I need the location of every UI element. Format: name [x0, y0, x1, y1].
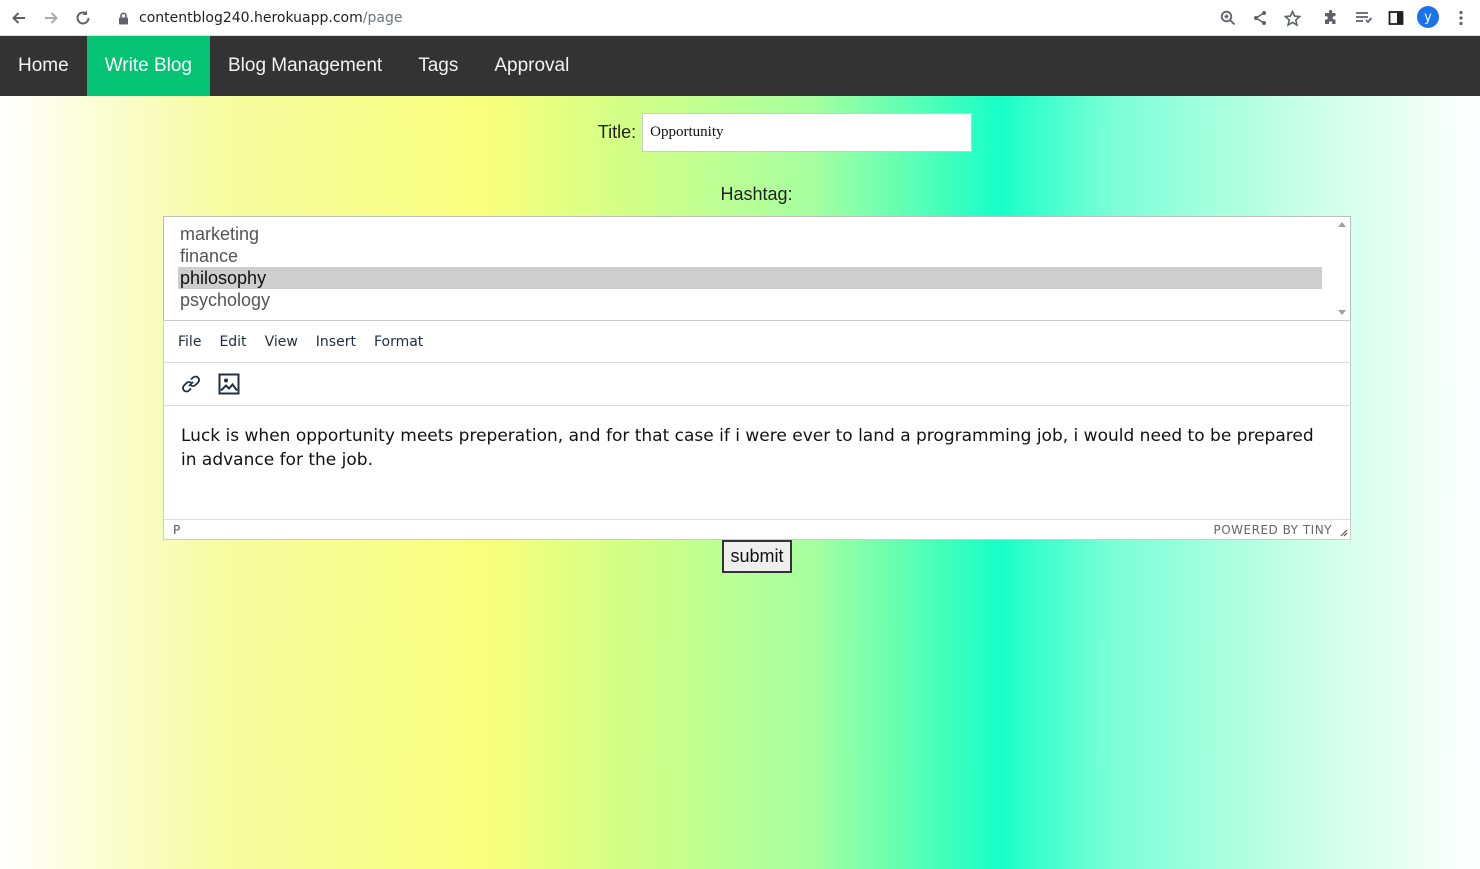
hashtag-option-psychology[interactable]: psychology — [178, 289, 1322, 311]
title-row: Title: — [0, 113, 1480, 152]
url-path: /page — [362, 10, 403, 26]
reading-list-icon[interactable] — [1351, 6, 1375, 30]
image-icon[interactable] — [212, 368, 246, 400]
hashtag-scrollbar[interactable] — [1336, 219, 1348, 317]
element-path[interactable]: P — [173, 523, 180, 537]
address-bar[interactable]: contentblog240.herokuapp.com/page — [104, 3, 1312, 33]
lock-icon — [118, 12, 129, 25]
nav-approval[interactable]: Approval — [476, 36, 587, 96]
hashtag-option-marketing[interactable]: marketing — [178, 223, 1322, 245]
title-input[interactable] — [642, 113, 973, 152]
star-icon[interactable] — [1280, 6, 1304, 30]
top-nav: Home Write Blog Blog Management Tags App… — [0, 36, 1480, 96]
resize-handle-icon[interactable] — [1338, 527, 1348, 537]
back-arrow-icon[interactable] — [7, 6, 31, 30]
editor-menubar: File Edit View Insert Format — [164, 321, 1350, 363]
menu-format[interactable]: Format — [365, 334, 432, 350]
menu-dots-icon[interactable] — [1449, 6, 1473, 30]
nav-blog-management[interactable]: Blog Management — [210, 36, 400, 96]
page-body: Home Write Blog Blog Management Tags App… — [0, 36, 1480, 869]
editor-statusbar: P POWERED BY TINY — [164, 519, 1350, 539]
extensions-icon[interactable] — [1319, 6, 1343, 30]
nav-home[interactable]: Home — [0, 36, 87, 96]
hashtag-label: Hashtag: — [720, 184, 793, 204]
forward-arrow-icon[interactable] — [39, 6, 63, 30]
link-icon[interactable] — [174, 368, 208, 400]
url-host: contentblog240.herokuapp.com — [139, 10, 363, 26]
zoom-icon[interactable] — [1216, 6, 1240, 30]
profile-avatar[interactable]: y — [1417, 6, 1439, 28]
menu-edit[interactable]: Edit — [210, 334, 255, 350]
submit-button[interactable]: submit — [722, 540, 792, 573]
hashtag-select[interactable]: marketing finance philosophy psychology — [163, 216, 1351, 321]
share-icon[interactable] — [1248, 6, 1272, 30]
side-panel-icon[interactable] — [1384, 6, 1408, 30]
nav-tags[interactable]: Tags — [400, 36, 476, 96]
menu-insert[interactable]: Insert — [307, 334, 365, 350]
nav-write-blog[interactable]: Write Blog — [86, 36, 210, 96]
browser-toolbar: contentblog240.herokuapp.com/page y — [0, 0, 1480, 36]
reload-icon[interactable] — [71, 6, 95, 30]
hashtag-option-finance[interactable]: finance — [178, 245, 1322, 267]
hashtag-option-philosophy[interactable]: philosophy — [178, 267, 1322, 289]
editor-toolbar — [164, 363, 1350, 406]
rich-text-editor: File Edit View Insert Format Luck is whe… — [163, 320, 1351, 540]
powered-by-link[interactable]: POWERED BY TINY — [1214, 523, 1333, 537]
title-label: Title: — [597, 122, 637, 142]
scroll-up-arrow-icon[interactable] — [1338, 222, 1346, 227]
menu-file[interactable]: File — [169, 334, 210, 350]
editor-content[interactable]: Luck is when opportunity meets preperati… — [164, 406, 1350, 519]
scroll-down-arrow-icon[interactable] — [1338, 310, 1346, 315]
menu-view[interactable]: View — [256, 334, 307, 350]
